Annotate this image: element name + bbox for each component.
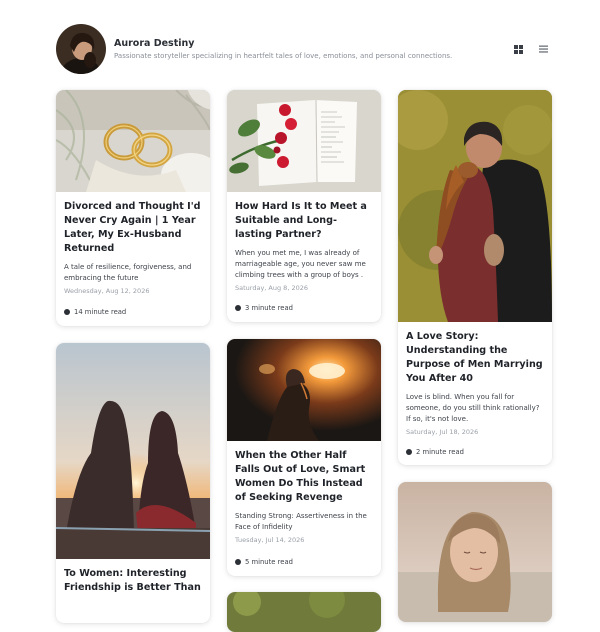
post-date: Wednesday, Aug 12, 2026 (64, 287, 150, 295)
post-image-woman-portrait (398, 482, 552, 622)
post-card[interactable]: A Love Story: Understanding the Purpose … (398, 90, 552, 465)
post-image-couple (398, 90, 552, 322)
post-card[interactable]: To Women: Interesting Friendship is Bett… (56, 343, 210, 623)
post-excerpt: Standing Strong: Assertiveness in the Fa… (235, 512, 367, 531)
post-card[interactable]: When the Other Half Falls Out of Love, S… (227, 339, 381, 576)
post-image-backlit-woman (227, 339, 381, 441)
post-card[interactable]: How Hard Is It to Meet a Suitable and Lo… (227, 90, 381, 322)
author-header: Aurora Destiny Passionate storyteller sp… (56, 24, 551, 74)
read-time-label: 3 minute read (245, 304, 293, 312)
read-time: 3 minute read (235, 304, 293, 312)
post-image-friends-sunset (56, 343, 210, 559)
post-card[interactable] (398, 482, 552, 622)
grid-view-button[interactable] (511, 42, 525, 56)
list-view-button[interactable] (536, 42, 550, 56)
post-excerpt: Love is blind. When you fall for someone… (406, 393, 540, 423)
post-title[interactable]: How Hard Is It to Meet a Suitable and Lo… (235, 200, 373, 242)
post-title[interactable]: A Love Story: Understanding the Purpose … (406, 330, 544, 386)
read-time: 2 minute read (406, 448, 464, 456)
post-card[interactable]: Divorced and Thought I'd Never Cry Again… (56, 90, 210, 326)
author-bio: Passionate storyteller specializing in h… (114, 52, 453, 60)
clock-icon (235, 559, 241, 565)
clock-icon (406, 449, 412, 455)
read-time: 5 minute read (235, 558, 293, 566)
post-image-book-roses (227, 90, 381, 192)
read-time-label: 5 minute read (245, 558, 293, 566)
author-name[interactable]: Aurora Destiny (114, 38, 194, 49)
post-date: Saturday, Jul 18, 2026 (406, 428, 479, 436)
post-excerpt: When you met me, I was already of marria… (235, 249, 366, 279)
post-date: Tuesday, Jul 14, 2026 (235, 536, 305, 544)
read-time-label: 2 minute read (416, 448, 464, 456)
clock-icon (235, 305, 241, 311)
post-title[interactable]: Divorced and Thought I'd Never Cry Again… (64, 200, 202, 256)
post-date: Saturday, Aug 8, 2026 (235, 284, 308, 292)
post-image-rings (56, 90, 210, 192)
read-time-label: 14 minute read (74, 308, 127, 316)
clock-icon (64, 309, 70, 315)
post-title[interactable]: When the Other Half Falls Out of Love, S… (235, 449, 373, 505)
read-time: 14 minute read (64, 308, 126, 316)
author-avatar[interactable] (56, 24, 106, 74)
post-title[interactable]: To Women: Interesting Friendship is Bett… (64, 567, 202, 595)
post-card[interactable] (227, 592, 381, 632)
post-excerpt: A tale of resilience, forgiveness, and e… (64, 263, 192, 282)
list-view-icon (538, 45, 548, 53)
post-image-landscape (227, 592, 381, 632)
grid-view-icon (513, 44, 523, 54)
